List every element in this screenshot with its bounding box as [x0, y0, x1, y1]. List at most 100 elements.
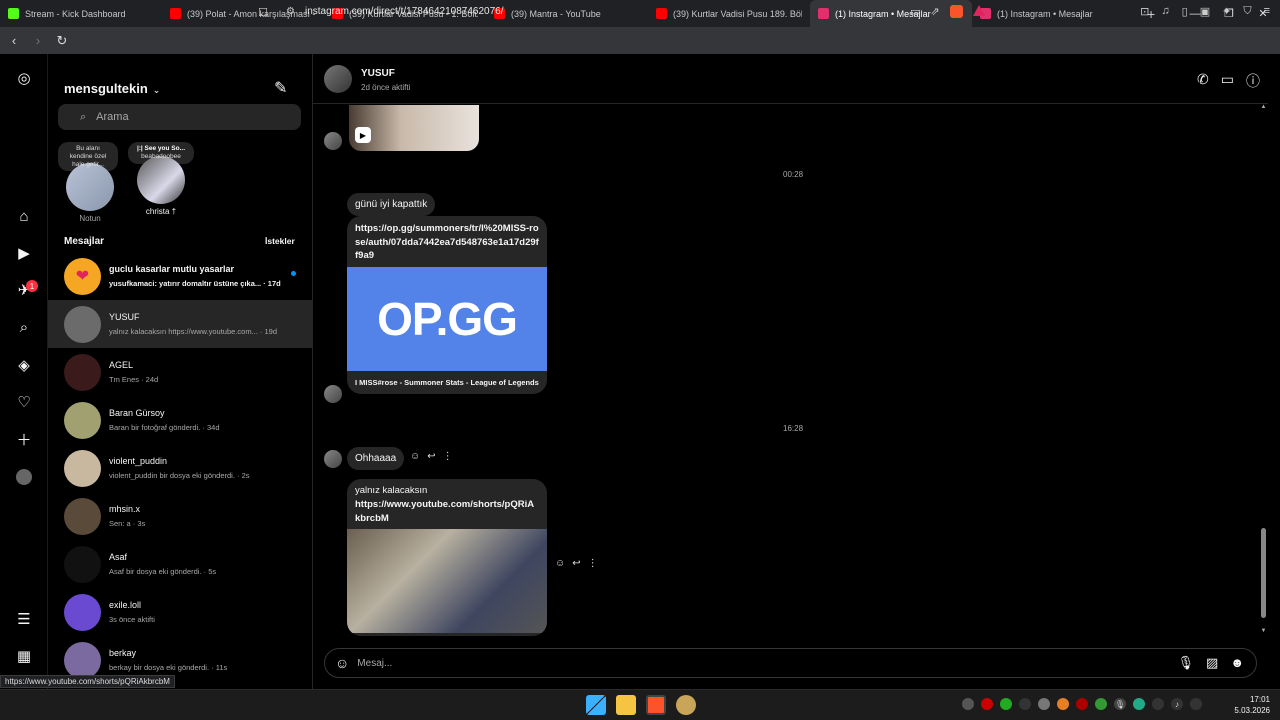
- search-icon[interactable]: ⌕: [14, 317, 34, 337]
- chat-header: YUSUF 2d önce aktifti ✆ ▭ ⓘ: [313, 54, 1268, 104]
- music-icon[interactable]: ♫: [1161, 5, 1169, 18]
- search-icon: ⌕: [80, 110, 87, 123]
- conversation-row[interactable]: Baran Gürsoy Baran bir fotoğraf gönderdi.…: [48, 396, 312, 444]
- conversation-row[interactable]: YUSUF yalnız kalacaksın https://www.youtu…: [48, 300, 312, 348]
- tray-app-icon[interactable]: [1095, 698, 1107, 710]
- requests-link[interactable]: İstekler: [265, 236, 295, 246]
- conversation-row[interactable]: exile.loll 3s önce aktifti: [48, 588, 312, 636]
- brave-rewards-icon[interactable]: [972, 5, 985, 16]
- phone-call-icon[interactable]: ✆: [1197, 71, 1209, 91]
- message-input[interactable]: [357, 657, 1138, 669]
- conversation-row[interactable]: Asaf Asaf bir dosya eki gönderdi. · 5s: [48, 540, 312, 588]
- home-icon[interactable]: ⌂: [14, 206, 34, 226]
- tray-app-icon[interactable]: [1133, 698, 1145, 710]
- scroll-up-icon[interactable]: ▲: [1259, 104, 1268, 110]
- back-icon[interactable]: ‹: [4, 33, 24, 48]
- more-options-icon[interactable]: ⋮: [588, 558, 598, 569]
- play-icon[interactable]: ▶: [355, 127, 371, 143]
- message-link[interactable]: https://op.gg/summoners/tr/I%20MISS-rose…: [347, 216, 547, 267]
- tray-app-icon[interactable]: [1076, 698, 1088, 710]
- search-input[interactable]: [96, 111, 277, 123]
- contact-avatar[interactable]: [324, 65, 352, 93]
- tray-app-icon[interactable]: [962, 698, 974, 710]
- browser-tab[interactable]: Stream - Kick Dashboard: [0, 0, 162, 27]
- timestamp: 16:28: [783, 424, 804, 433]
- react-emoji-icon[interactable]: ☺: [555, 558, 565, 569]
- battery-icon[interactable]: [1190, 698, 1202, 710]
- account-switcher[interactable]: mensgultekin ⌄: [64, 81, 160, 96]
- menu-icon[interactable]: ≡: [1264, 5, 1270, 18]
- tray-app-icon[interactable]: [981, 698, 993, 710]
- profile-avatar[interactable]: [16, 469, 32, 485]
- conversation-row[interactable]: mhsin.x Sen: a · 3s: [48, 492, 312, 540]
- conversation-row[interactable]: AGEL Tm Enes · 24d: [48, 348, 312, 396]
- browser-tab[interactable]: (39) Mantra - YouTube: [486, 0, 648, 27]
- tray-app-icon[interactable]: [1019, 698, 1031, 710]
- emoji-icon[interactable]: ☺: [335, 655, 349, 671]
- brave-shields-icon[interactable]: [949, 5, 963, 18]
- tray-app-icon[interactable]: [1057, 698, 1069, 710]
- wallet-icon[interactable]: ▣: [1200, 5, 1210, 18]
- forward-icon[interactable]: ›: [28, 33, 48, 48]
- share-icon[interactable]: ⇗: [930, 5, 939, 18]
- conversation-row[interactable]: ❤ guclu kasarlar mutlu yasarlar yusufkamac…: [48, 252, 312, 300]
- browser-toolbar-icons: ⊡ ♫ ▯ ▣ ✦ ⛉ ≡: [1140, 5, 1270, 18]
- url-field[interactable]: instagram.com/direct/t/17846421087462076…: [305, 6, 503, 17]
- more-options-icon[interactable]: ⋮: [443, 451, 453, 462]
- opgg-preview-image[interactable]: OP.GG: [347, 266, 547, 371]
- message-composer[interactable]: ☺ 🎙 ▨ ☻: [324, 648, 1257, 678]
- brave-browser-icon[interactable]: [646, 695, 666, 715]
- tray-app-icon[interactable]: [1000, 698, 1012, 710]
- reels-icon[interactable]: ▶: [14, 243, 34, 263]
- reply-icon[interactable]: ↩: [427, 451, 435, 462]
- volume-icon[interactable]: ♪: [1171, 698, 1183, 710]
- reload-icon[interactable]: ↻: [52, 33, 72, 49]
- sidebar-toggle-icon[interactable]: ▯: [1182, 5, 1188, 18]
- video-message-thumbnail[interactable]: ▶: [349, 105, 479, 151]
- bookmark-icon[interactable]: ☐: [258, 6, 268, 19]
- heart-icon[interactable]: ♡: [14, 392, 34, 412]
- network-icon[interactable]: [1152, 698, 1164, 710]
- instagram-logo-icon[interactable]: ◎: [14, 68, 34, 88]
- link-preview-card[interactable]: yalnız kalacaksın https://www.youtube.co…: [347, 479, 547, 636]
- sticker-icon[interactable]: ☻: [1230, 655, 1244, 671]
- browser-tab[interactable]: (1) Instagram • Mesajlar: [972, 0, 1127, 27]
- apps-icon[interactable]: ▦: [14, 646, 34, 666]
- create-icon[interactable]: ＋: [14, 429, 34, 449]
- chat-scrollbar[interactable]: ▲ ▼: [1259, 104, 1268, 639]
- site-info-icon[interactable]: ⚙: [286, 6, 295, 17]
- conversation-row[interactable]: violent_puddin violent_puddin bir dosya e…: [48, 444, 312, 492]
- vpn-shield-icon[interactable]: ⛉: [1243, 5, 1251, 18]
- info-icon[interactable]: ⓘ: [1246, 71, 1260, 91]
- league-client-icon[interactable]: [676, 695, 696, 715]
- note-own[interactable]: Bu alanı kendine özel hale getir... Notu…: [58, 142, 122, 223]
- browser-tab[interactable]: (39) Kurtlar Vadisi Pusu 189. Bölüm -: [648, 0, 810, 27]
- link-preview-card[interactable]: https://op.gg/summoners/tr/I%20MISS-rose…: [347, 216, 547, 394]
- taskbar-clock[interactable]: 17:01 5.03.2026: [1234, 694, 1270, 716]
- leo-ai-icon[interactable]: ✦: [1222, 5, 1231, 18]
- reply-icon[interactable]: ↩: [572, 558, 580, 569]
- more-menu-icon[interactable]: ☰: [14, 609, 34, 629]
- start-menu-icon[interactable]: [586, 695, 606, 715]
- screenshot-icon[interactable]: ⊡: [1140, 5, 1149, 18]
- react-emoji-icon[interactable]: ☺: [410, 451, 420, 462]
- message-link[interactable]: https://www.youtube.com/shorts/pQRiAkbrc…: [347, 496, 547, 529]
- search-box[interactable]: ⌕: [58, 104, 301, 130]
- scrollbar-thumb[interactable]: [1261, 528, 1266, 618]
- conversation-text: violent_puddin violent_puddin bir dosya e…: [109, 456, 299, 480]
- compose-message-icon[interactable]: ✎: [274, 78, 287, 98]
- youtube-preview-image[interactable]: [347, 529, 547, 633]
- conversation-preview: violent_puddin bir dosya eki gönderdi. ·…: [109, 471, 250, 480]
- cast-icon[interactable]: ▭: [910, 5, 920, 18]
- video-call-icon[interactable]: ▭: [1221, 71, 1234, 91]
- microphone-icon[interactable]: 🎙: [1178, 655, 1195, 671]
- microphone-tray-icon[interactable]: 🎙: [1114, 698, 1126, 710]
- browser-tab[interactable]: (39) Polat - Amon karşılaşması - YouT: [162, 0, 324, 27]
- tray-app-icon[interactable]: [1038, 698, 1050, 710]
- note-christa[interactable]: |:| See you So... beabadoobee christa †: [128, 142, 194, 216]
- scroll-down-icon[interactable]: ▼: [1259, 628, 1268, 634]
- contact-name[interactable]: YUSUF: [361, 68, 395, 79]
- file-explorer-icon[interactable]: [616, 695, 636, 715]
- explore-icon[interactable]: ◈: [14, 355, 34, 375]
- image-icon[interactable]: ▨: [1206, 655, 1218, 671]
